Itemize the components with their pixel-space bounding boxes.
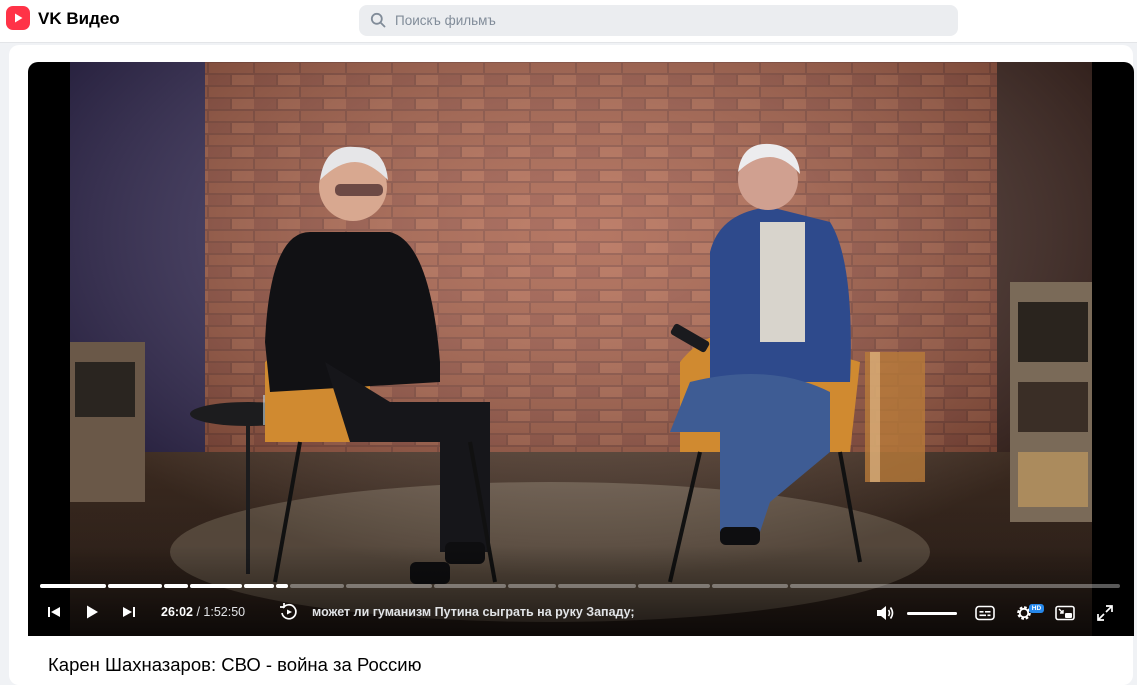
time-separator: /	[192, 605, 204, 619]
top-bar: VK Видео	[0, 0, 1137, 43]
search-box[interactable]	[359, 5, 958, 36]
app-title[interactable]: VK Видео	[38, 9, 120, 29]
fullscreen-button[interactable]	[1094, 602, 1116, 624]
progress-played	[190, 584, 242, 588]
video-title: Карен Шахназаров: СВО - война за Россию	[48, 654, 422, 675]
subtitles-icon	[975, 605, 995, 621]
play-icon	[87, 605, 98, 619]
volume-icon	[877, 606, 894, 620]
time-display: 26:02 / 1:52:50	[161, 605, 245, 619]
previous-icon	[48, 607, 60, 617]
volume-button[interactable]	[874, 602, 896, 624]
hd-badge: HD	[1029, 604, 1044, 613]
progress-played	[40, 584, 106, 588]
next-icon	[123, 607, 135, 617]
progress-segment[interactable]	[190, 584, 242, 588]
next-button[interactable]	[119, 602, 139, 622]
current-time: 26:02	[161, 605, 193, 619]
progress-segment[interactable]	[638, 584, 710, 588]
progress-segment[interactable]	[40, 584, 106, 588]
progress-segment[interactable]	[164, 584, 188, 588]
replay-chapter-icon	[280, 603, 297, 620]
pip-button[interactable]	[1054, 602, 1076, 624]
progress-segment[interactable]	[108, 584, 162, 588]
duration: 1:52:50	[203, 605, 246, 619]
progress-played	[164, 584, 188, 588]
progress-segment[interactable]	[346, 584, 432, 588]
vk-video-logo-icon[interactable]	[6, 6, 30, 30]
progress-segment[interactable]	[244, 584, 274, 588]
subtitles-button[interactable]	[974, 602, 996, 624]
progress-played	[244, 584, 274, 588]
search-icon	[370, 12, 386, 28]
progress-segment[interactable]	[712, 584, 788, 588]
chapter-replay-button[interactable]	[278, 601, 300, 623]
chapter-subtitle: может ли гуманизм Путина сыграть на руку…	[312, 605, 635, 619]
play-button[interactable]	[81, 601, 103, 623]
video-player[interactable]: 26:02 / 1:52:50 может ли гуманизм Путина…	[28, 62, 1134, 636]
progress-segment[interactable]	[508, 584, 556, 588]
progress-bar[interactable]	[40, 584, 1122, 588]
search-input[interactable]	[395, 5, 935, 36]
previous-button[interactable]	[44, 602, 64, 622]
controls-overlay	[28, 546, 1134, 636]
progress-segment[interactable]	[790, 584, 1120, 588]
fullscreen-icon	[1097, 605, 1113, 621]
progress-played	[108, 584, 162, 588]
progress-segment[interactable]	[276, 584, 288, 588]
volume-level	[907, 612, 957, 615]
volume-slider[interactable]	[907, 612, 957, 615]
progress-segment[interactable]	[558, 584, 636, 588]
progress-segment[interactable]	[434, 584, 506, 588]
progress-played	[276, 584, 288, 588]
pip-icon	[1055, 605, 1075, 621]
progress-segment[interactable]	[290, 584, 344, 588]
